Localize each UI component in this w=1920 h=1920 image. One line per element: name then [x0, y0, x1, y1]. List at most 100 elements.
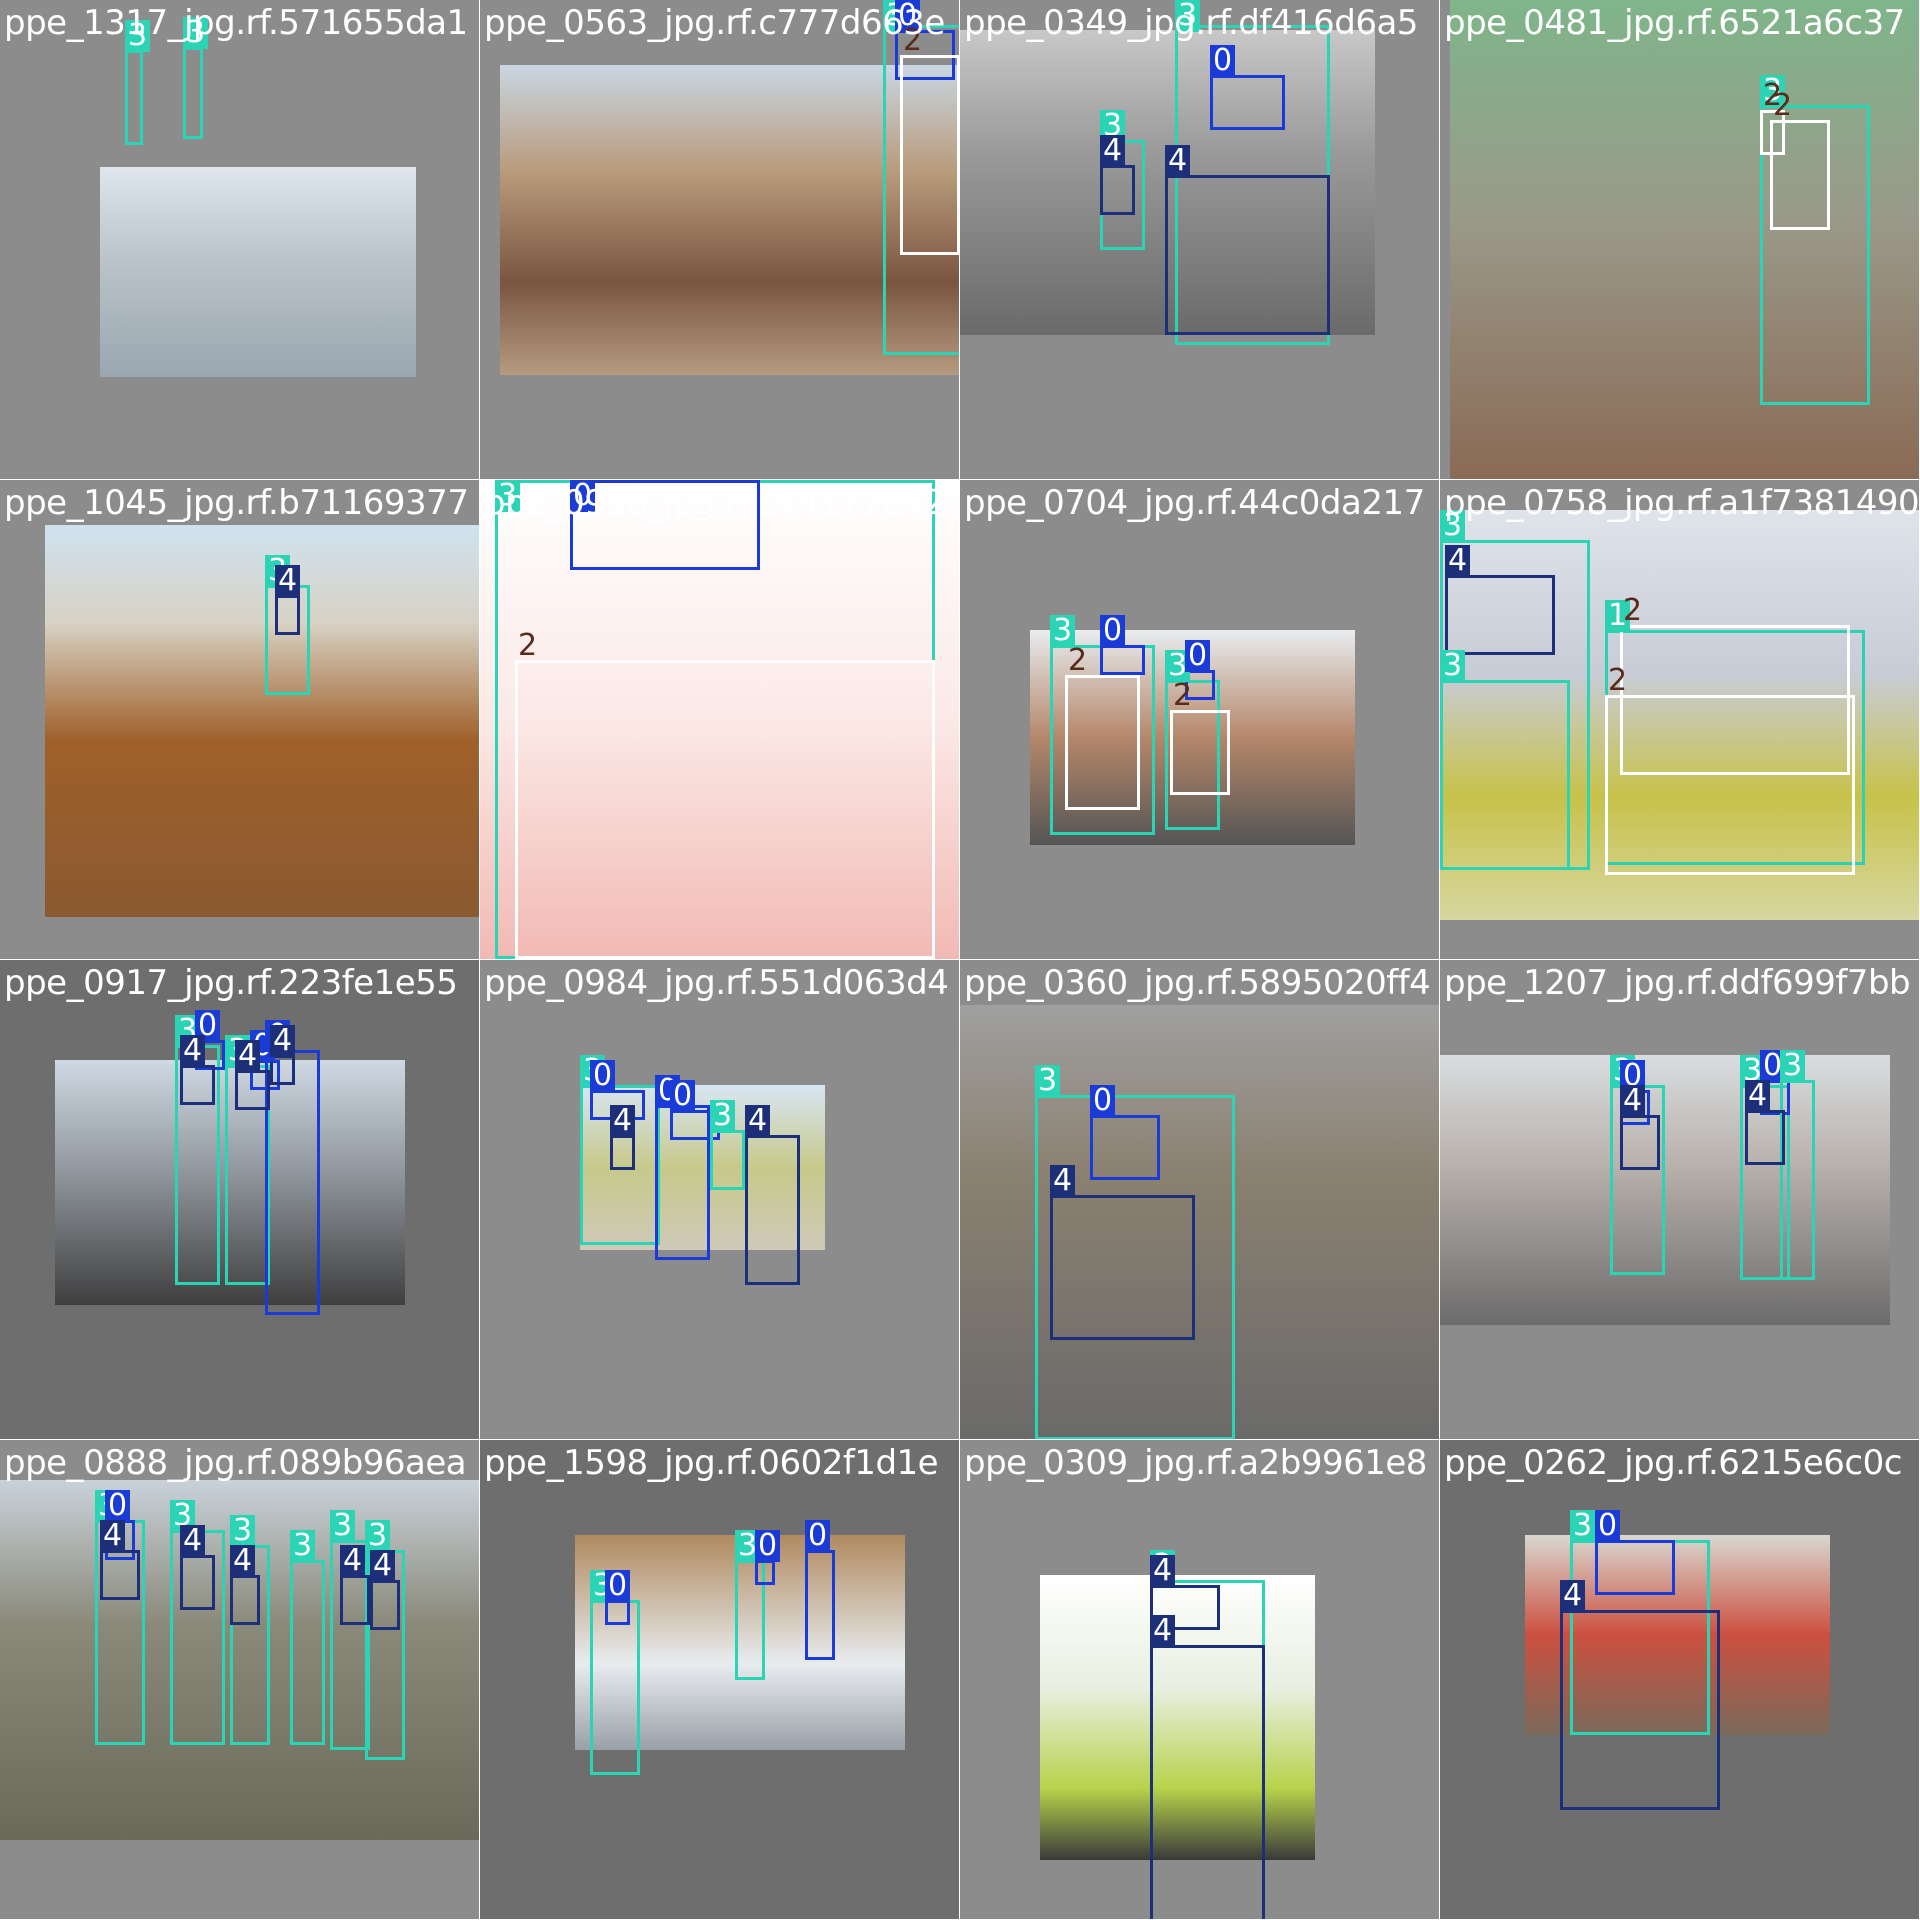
- class-label: 0: [805, 1520, 831, 1552]
- mosaic-tile: ppe_0704_jpg.rf.44c0da217 3 0 2 3 0 2: [960, 480, 1440, 960]
- class-label: 3: [1035, 1065, 1061, 1097]
- bounding-box: [1150, 1645, 1265, 1919]
- mosaic-tile: ppe_0984_jpg.rf.551d063d43000344: [480, 960, 960, 1440]
- class-label: 0: [1090, 1085, 1116, 1117]
- class-label: 2: [1068, 643, 1088, 678]
- bounding-box: [610, 1135, 635, 1170]
- tile-photo: [45, 525, 479, 917]
- class-label: 0: [1595, 1510, 1621, 1542]
- tile-filename: ppe_0481_jpg.rf.6521a6c37: [1444, 3, 1905, 43]
- tile-filename: ppe_0984_jpg.rf.551d063d4: [484, 963, 949, 1003]
- mosaic-tile: ppe_0349_jpg.rf.df416d6a5 3 0 3 4 4: [960, 0, 1440, 480]
- class-label: 4: [1150, 1615, 1176, 1647]
- bounding-box: [1065, 675, 1140, 810]
- bounding-box: [290, 1560, 325, 1745]
- class-label: 0: [1100, 615, 1126, 647]
- bounding-box: [230, 1575, 260, 1625]
- mosaic-tile: ppe_0481_jpg.rf.6521a6c37 3 2 2: [1440, 0, 1920, 480]
- mosaic-tile: ppe_1045_jpg.rf.b7116937734: [0, 480, 480, 960]
- class-label: 0: [1210, 45, 1236, 77]
- class-label: 2: [1773, 88, 1793, 123]
- class-label: 2: [1623, 593, 1643, 628]
- bounding-box: [100, 1550, 140, 1600]
- bounding-box: [1605, 695, 1855, 875]
- class-label: 0: [670, 1080, 696, 1112]
- tile-filename: ppe_0262_jpg.rf.6215e6c0c: [1444, 1443, 1902, 1483]
- tile-filename: ppe_1598_jpg.rf.0602f1d1e: [484, 1443, 939, 1483]
- mosaic-tile: ppe_1207_jpg.rf.ddf699f7bb3030344: [1440, 960, 1920, 1440]
- tile-filename: ppe_0917_jpg.rf.223fe1e55: [4, 963, 458, 1003]
- bounding-box: [1770, 120, 1830, 230]
- class-label: 0: [1185, 640, 1211, 672]
- bounding-box: [1210, 75, 1285, 130]
- mosaic-tile: ppe_0888_jpg.rf.089b96aea303333344444: [0, 1440, 480, 1920]
- class-label: 4: [270, 1025, 296, 1057]
- bounding-box: [1745, 1110, 1785, 1165]
- tile-photo: [1440, 1055, 1890, 1325]
- bounding-box: [515, 660, 935, 959]
- mosaic-tile: ppe_0758_jpg.rf.a1f7381490 3 4 3 1 2 2: [1440, 480, 1920, 960]
- bounding-box: [180, 1065, 215, 1105]
- mosaic-grid: ppe_1317_jpg.rf.571655da1 3 3 ppe_0563_jpg.…: [0, 0, 1920, 1920]
- bounding-box: [235, 1070, 270, 1110]
- bounding-box: [265, 1050, 320, 1315]
- class-label: 0: [590, 1060, 616, 1092]
- mosaic-tile: ppe_1598_jpg.rf.0602f1d1e 3 0 3 0 0: [480, 1440, 960, 1920]
- tile-filename: ppe_0704_jpg.rf.44c0da217: [964, 483, 1425, 523]
- class-label: 4: [235, 1040, 261, 1072]
- mosaic-tile: ppe_1317_jpg.rf.571655da1 3 3: [0, 0, 480, 480]
- class-label: 4: [1745, 1080, 1771, 1112]
- bounding-box: [125, 50, 143, 145]
- tile-filename: ppe_0758_jpg.rf.a1f7381490: [1444, 483, 1920, 523]
- bounding-box: [1090, 1115, 1160, 1180]
- bounding-box: [755, 1560, 775, 1585]
- bounding-box: [1440, 680, 1570, 870]
- class-label: 4: [1620, 1085, 1646, 1117]
- class-label: 4: [275, 565, 301, 597]
- class-label: 4: [370, 1550, 396, 1582]
- tile-filename: ppe_0888_jpg.rf.089b96aea: [4, 1443, 467, 1483]
- class-label: 4: [180, 1525, 206, 1557]
- class-label: 4: [1445, 545, 1471, 577]
- tile-filename: ppe_0563_jpg.rf.c777d663e: [484, 3, 945, 43]
- bounding-box: [183, 47, 203, 139]
- bounding-box: [1560, 1610, 1720, 1810]
- class-label: 4: [180, 1035, 206, 1067]
- bounding-box: [180, 1555, 215, 1610]
- class-label: 3: [1780, 1050, 1806, 1082]
- bounding-box: [1595, 1540, 1675, 1595]
- class-label: 2: [518, 628, 538, 663]
- bounding-box: [1100, 165, 1135, 215]
- mosaic-tile: ppe_0262_jpg.rf.6215e6c0c 3 0 4: [1440, 1440, 1920, 1920]
- bounding-box: [1100, 645, 1145, 675]
- tile-filename: ppe_1207_jpg.rf.ddf699f7bb: [1444, 963, 1911, 1003]
- bounding-box: [745, 1135, 800, 1285]
- class-label: 0: [755, 1530, 781, 1562]
- tile-filename: ppe_0309_jpg.rf.a2b9961e8: [964, 1443, 1427, 1483]
- bounding-box: [1620, 1115, 1660, 1170]
- mosaic-tile: ppe_0996_jpg.rf.c44177e42 3 0 2: [480, 480, 960, 960]
- tile-filename: ppe_1317_jpg.rf.571655da1: [4, 3, 468, 43]
- class-label: 3: [290, 1530, 316, 1562]
- class-label: 4: [745, 1105, 771, 1137]
- bounding-box: [900, 55, 959, 255]
- bounding-box: [1050, 1195, 1195, 1340]
- bounding-box: [340, 1575, 370, 1625]
- class-label: 3: [1570, 1510, 1596, 1542]
- bounding-box: [1780, 1080, 1815, 1280]
- bounding-box: [1170, 710, 1230, 795]
- tile-filename: ppe_0360_jpg.rf.5895020ff4: [964, 963, 1431, 1003]
- class-label: 4: [340, 1545, 366, 1577]
- class-label: 3: [1440, 650, 1466, 682]
- class-label: 4: [1050, 1165, 1076, 1197]
- bounding-box: [590, 1600, 640, 1775]
- class-label: 3: [710, 1100, 736, 1132]
- bounding-box: [1165, 175, 1330, 335]
- mosaic-tile: ppe_0563_jpg.rf.c777d663e302: [480, 0, 960, 480]
- bounding-box: [275, 595, 300, 635]
- class-label: 3: [330, 1510, 356, 1542]
- mosaic-tile: ppe_0360_jpg.rf.5895020ff4 3 0 4: [960, 960, 1440, 1440]
- tile-filename: ppe_0996_jpg.rf.c44177e42: [484, 483, 945, 523]
- tile-photo: [100, 167, 416, 377]
- class-label: 4: [1100, 135, 1126, 167]
